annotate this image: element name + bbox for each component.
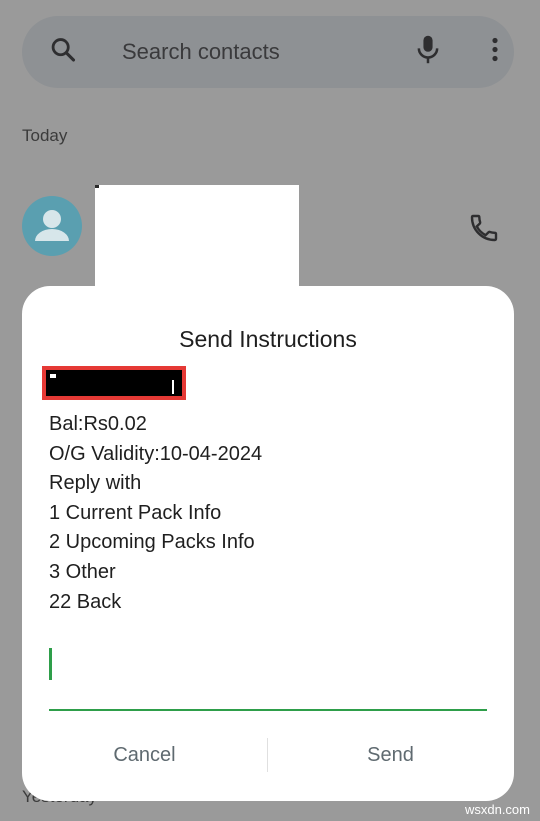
message-line-option-1: 1 Current Pack Info bbox=[49, 501, 222, 524]
reply-input-underline bbox=[49, 709, 487, 711]
redaction-bar bbox=[172, 380, 174, 394]
message-line-reply-with: Reply with bbox=[49, 472, 142, 495]
message-line-validity: O/G Validity:10-04-2024 bbox=[49, 442, 263, 465]
phone-icon[interactable] bbox=[468, 212, 500, 249]
reply-input[interactable] bbox=[49, 646, 487, 711]
cancel-button[interactable]: Cancel bbox=[42, 734, 247, 776]
avatar[interactable] bbox=[22, 196, 82, 256]
send-instructions-dialog: Send Instructions Bal:Rs0.02 O/G Validit… bbox=[22, 286, 514, 801]
message-line-option-22: 22 Back bbox=[49, 590, 122, 613]
redaction-marker bbox=[95, 185, 99, 188]
redacted-sender bbox=[42, 366, 186, 400]
dialog-title: Send Instructions bbox=[179, 326, 357, 352]
more-options-icon[interactable] bbox=[490, 36, 500, 69]
search-bar[interactable]: Search contacts bbox=[22, 16, 514, 88]
watermark: wsxdn.com bbox=[464, 802, 530, 817]
message-line-option-3: 3 Other bbox=[49, 560, 116, 583]
search-input[interactable]: Search contacts bbox=[122, 39, 280, 65]
message-line-option-2: 2 Upcoming Packs Info bbox=[49, 531, 255, 554]
text-cursor bbox=[49, 648, 52, 680]
send-button[interactable]: Send bbox=[288, 734, 493, 776]
redaction-dots bbox=[50, 374, 56, 378]
message-line-balance: Bal:Rs0.02 bbox=[49, 413, 147, 435]
button-divider bbox=[267, 738, 268, 772]
search-icon[interactable] bbox=[49, 36, 77, 69]
redacted-contact-name[interactable] bbox=[95, 185, 299, 287]
section-header-today: Today bbox=[22, 126, 68, 145]
mic-icon[interactable] bbox=[414, 34, 442, 71]
message-body: Bal:Rs0.02 O/G Validity:10-04-2024 Reply… bbox=[49, 410, 262, 617]
